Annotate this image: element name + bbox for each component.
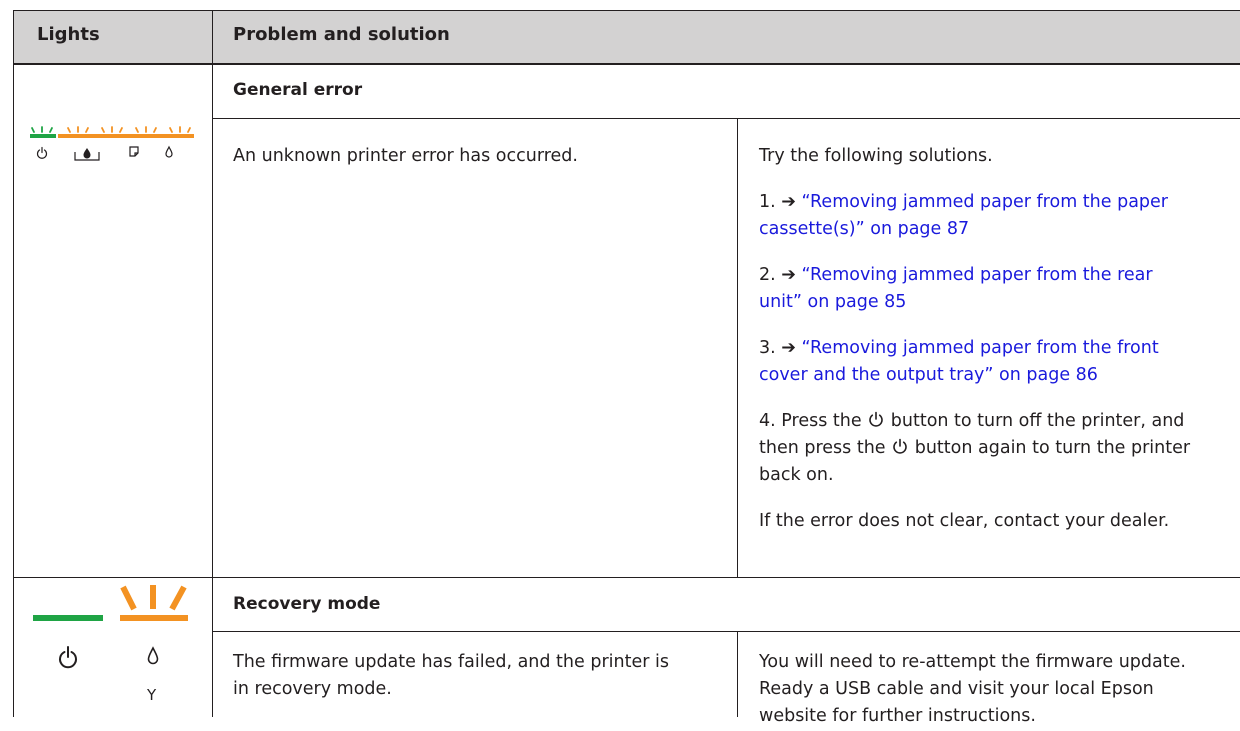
table-header <box>13 10 1240 64</box>
paper-icon <box>129 146 139 157</box>
table-border-top <box>13 10 1240 11</box>
table-border-header <box>13 63 1240 65</box>
column-divider <box>737 118 738 577</box>
ink-color-label: Y <box>147 686 157 704</box>
link-removing-front-cover[interactable]: “Removing jammed paper from the front <box>802 338 1159 358</box>
solution-step-2: 2. ➔ “Removing jammed paper from the rea… <box>759 265 1153 285</box>
status-lights-general-error <box>30 126 194 161</box>
section-title-general-error: General error <box>233 80 363 100</box>
arrow-right-icon: ➔ <box>781 192 796 212</box>
ink-drop-icon <box>147 646 159 665</box>
ink-icon <box>74 148 100 161</box>
table-border-left <box>13 10 14 717</box>
row-divider <box>212 631 1240 632</box>
column-header-problem: Problem and solution <box>233 24 450 45</box>
power-icon <box>869 411 883 427</box>
link-removing-rear-unit[interactable]: unit” on page 85 <box>759 292 906 312</box>
power-light-green-icon <box>33 615 103 621</box>
arrow-right-icon: ➔ <box>781 265 796 285</box>
column-header-lights: Lights <box>37 24 100 45</box>
solution-step-3: 3. ➔ “Removing jammed paper from the fro… <box>759 338 1159 358</box>
solution-step-1: 1. ➔ “Removing jammed paper from the pap… <box>759 192 1168 212</box>
link-removing-front-cover[interactable]: cover and the output tray” on page 86 <box>759 365 1098 385</box>
row-divider <box>212 118 1240 119</box>
link-removing-paper-cassette[interactable]: “Removing jammed paper from the paper <box>802 192 1168 212</box>
ink-light-flash-icon <box>67 126 191 133</box>
arrow-right-icon: ➔ <box>781 338 796 358</box>
ink-light-orange-icon <box>120 615 188 621</box>
solution-text: You will need to re-attempt the firmware… <box>759 652 1186 672</box>
ink-light-flash-icon <box>120 585 187 611</box>
problem-text: The firmware update has failed, and the … <box>233 652 669 672</box>
ink-drop-icon <box>165 145 173 158</box>
status-lights-recovery-mode <box>33 585 188 669</box>
solution-step-4: 4. Press the button to turn off the prin… <box>759 411 1185 431</box>
solution-intro: Try the following solutions. <box>759 146 993 166</box>
power-icon <box>59 646 77 669</box>
power-light-flash-icon <box>31 126 53 133</box>
link-removing-paper-cassette[interactable]: cassette(s)” on page 87 <box>759 219 969 239</box>
column-divider <box>212 10 213 717</box>
problem-text: An unknown printer error has occurred. <box>233 146 578 166</box>
power-icon <box>36 146 48 159</box>
solution-final: If the error does not clear, contact you… <box>759 511 1170 531</box>
link-removing-rear-unit[interactable]: “Removing jammed paper from the rear <box>802 265 1153 285</box>
row-divider <box>13 577 1240 578</box>
column-divider <box>737 631 738 717</box>
power-icon <box>893 438 907 454</box>
section-title-recovery-mode: Recovery mode <box>233 594 381 614</box>
